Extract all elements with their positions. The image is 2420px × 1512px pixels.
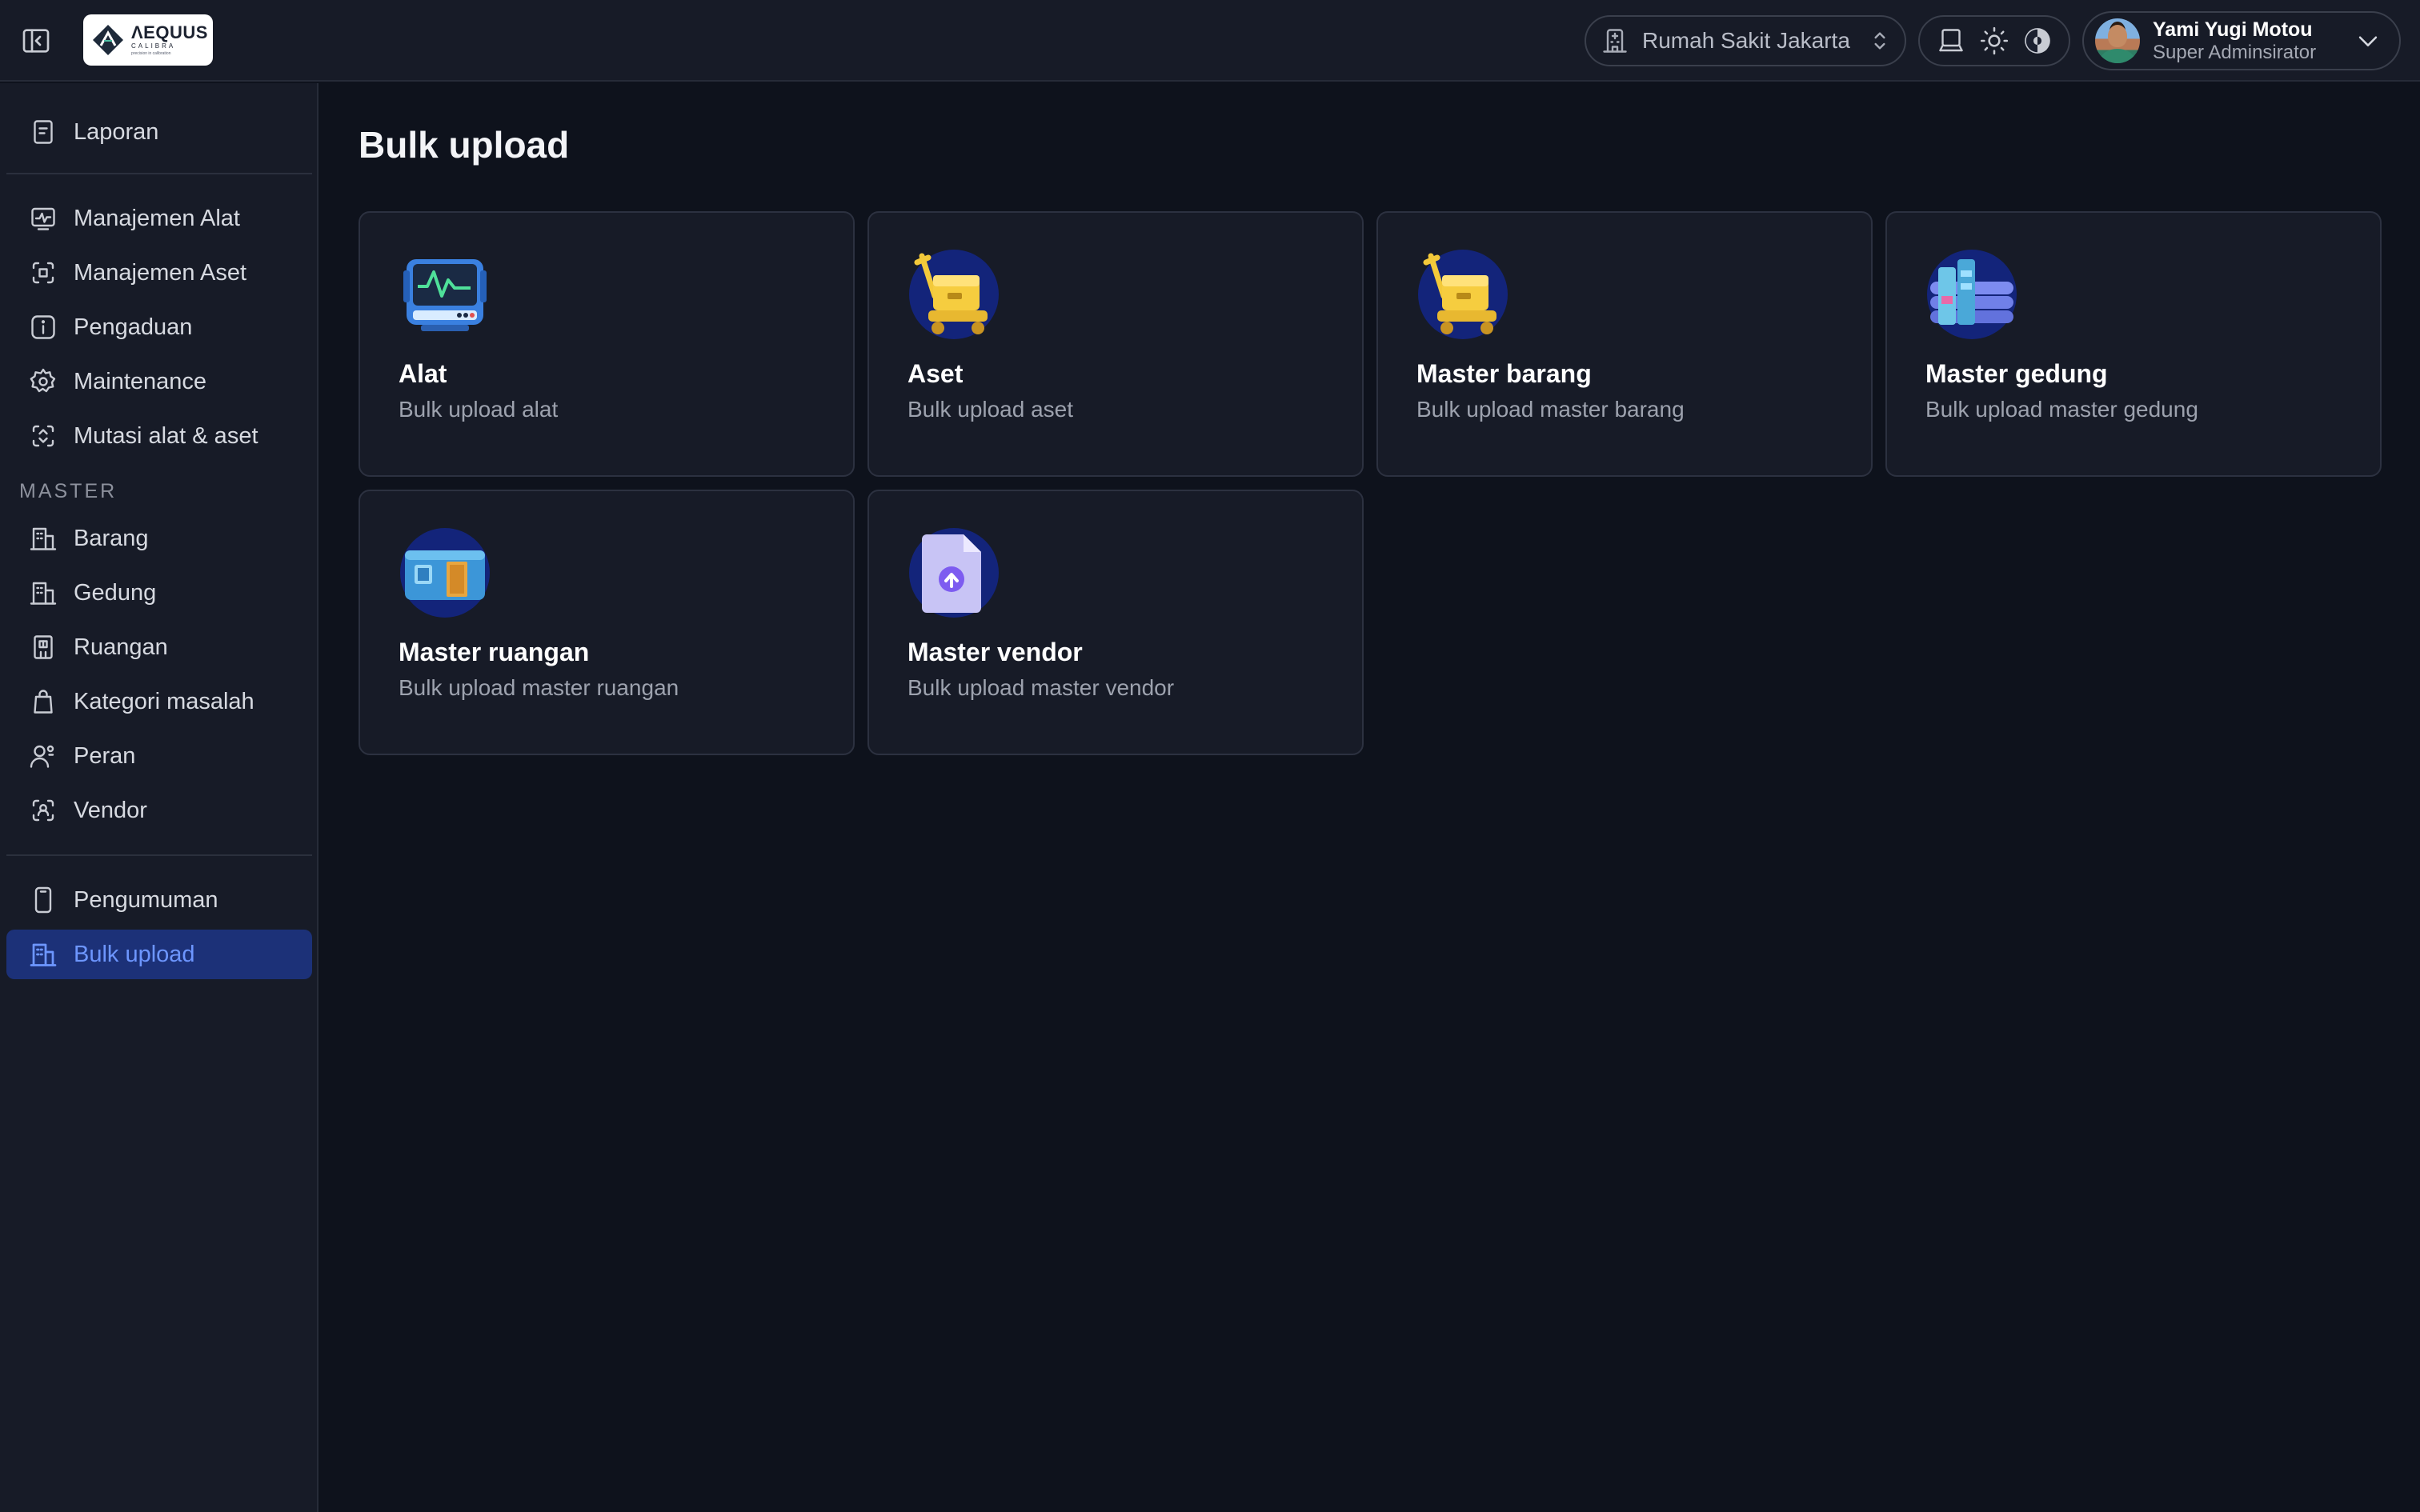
sidebar-item-manajemen-aset[interactable]: Manajemen Aset: [6, 248, 312, 298]
sidebar-item-label: Vendor: [74, 797, 147, 823]
upload-card-master-barang[interactable]: Master barang Bulk upload master barang: [1376, 211, 1873, 477]
upload-card-alat[interactable]: Alat Bulk upload alat: [359, 211, 855, 477]
sidebar-item-label: Barang: [74, 525, 149, 551]
sidebar-item-label: Peran: [74, 742, 136, 769]
sidebar-item-maintenance[interactable]: Maintenance: [6, 357, 312, 406]
chevron-down-icon: [2358, 36, 2378, 46]
file-upload-icon: [909, 528, 999, 618]
sidebar-item-barang[interactable]: Barang: [6, 514, 312, 563]
contrast-icon: [2025, 28, 2050, 54]
sidebar-item-label: Maintenance: [74, 368, 207, 394]
sidebar-item-label: Mutasi alat & aset: [74, 422, 258, 449]
user-role: Super Adminsirator: [2153, 41, 2317, 63]
collapse-sidebar-icon: [22, 29, 50, 53]
gear-icon: [27, 366, 59, 398]
info-icon: [27, 311, 59, 343]
sun-icon: [1980, 26, 2009, 55]
upload-card-master-gedung[interactable]: Master gedung Bulk upload master gedung: [1885, 211, 2382, 477]
sidebar-item-pengumuman[interactable]: Pengumuman: [6, 875, 312, 925]
hospital-icon: [1603, 29, 1627, 53]
chevron-updown-icon: [1874, 32, 1885, 50]
top-bar: ΛEQUUS CALIBRA precision in calibration …: [0, 0, 2420, 82]
sidebar-collapse-button[interactable]: [19, 24, 53, 58]
card-title: Master gedung: [1925, 359, 2108, 388]
sidebar-item-vendor[interactable]: Vendor: [6, 786, 312, 835]
master-section-label: MASTER: [19, 480, 118, 502]
monitor-icon: [27, 202, 59, 234]
bag-icon: [27, 686, 59, 718]
display-tools: [1918, 15, 2070, 66]
report-icon: [27, 116, 59, 148]
brand-sub: CALIBRA: [131, 42, 176, 50]
card-description: Bulk upload master barang: [1416, 397, 1685, 422]
sidebar-item-bulk-upload[interactable]: Bulk upload: [6, 930, 312, 979]
sidebar-item-gedung[interactable]: Gedung: [6, 568, 312, 618]
phone-icon: [27, 884, 59, 916]
room-door-icon: [400, 528, 490, 618]
brand-name: ΛEQUUS: [131, 22, 208, 42]
transfer-icon: [27, 420, 59, 452]
monitor-device-icon: [403, 259, 487, 331]
user-name: Yami Yugi Motou: [2153, 18, 2313, 41]
sidebar-item-kategori-masalah[interactable]: Kategori masalah: [6, 677, 312, 726]
dark-mode-button[interactable]: [2021, 25, 2053, 57]
sidebar-divider: [6, 173, 312, 174]
brand-tagline: precision in calibration: [131, 51, 171, 56]
building-icon: [27, 938, 59, 970]
hand-truck-icon: [909, 250, 999, 339]
card-title: Aset: [908, 359, 964, 388]
sidebar-item-laporan[interactable]: Laporan: [6, 107, 312, 157]
avatar: [2095, 18, 2140, 63]
asset-icon: [27, 257, 59, 289]
card-title: Master ruangan: [399, 638, 590, 666]
users-icon: [27, 740, 59, 772]
sidebar-item-label: Manajemen Alat: [74, 205, 240, 231]
building-icon: [27, 577, 59, 609]
light-mode-button[interactable]: [1978, 25, 2010, 57]
sidebar: Laporan Manajemen Alat Manajemen Aset Pe…: [0, 83, 319, 1512]
sidebar-item-mutasi[interactable]: Mutasi alat & aset: [6, 411, 312, 461]
upload-card-master-vendor[interactable]: Master vendor Bulk upload master vendor: [867, 490, 1364, 755]
card-title: Alat: [399, 359, 447, 388]
sidebar-item-pengaduan[interactable]: Pengaduan: [6, 302, 312, 352]
sidebar-item-label: Pengumuman: [74, 886, 218, 913]
building-icon: [27, 522, 59, 554]
sidebar-item-label: Laporan: [74, 118, 159, 145]
upload-card-aset[interactable]: Aset Bulk upload aset: [867, 211, 1364, 477]
card-description: Bulk upload master gedung: [1925, 397, 2198, 422]
sidebar-item-label: Manajemen Aset: [74, 259, 247, 286]
logo-mark-icon: [93, 25, 123, 55]
card-title: Master barang: [1416, 359, 1592, 388]
card-title: Master vendor: [908, 638, 1083, 666]
user-menu[interactable]: Yami Yugi Motou Super Adminsirator: [2082, 11, 2401, 70]
card-description: Bulk upload master ruangan: [399, 675, 679, 700]
buildings-icon: [1927, 250, 2017, 339]
upload-card-master-ruangan[interactable]: Master ruangan Bulk upload master ruanga…: [359, 490, 855, 755]
kiosk-mode-button[interactable]: [1935, 25, 1967, 57]
card-description: Bulk upload aset: [908, 397, 1074, 422]
laptop-icon: [1939, 29, 1963, 52]
sidebar-item-label: Kategori masalah: [74, 688, 254, 714]
card-description: Bulk upload alat: [399, 397, 559, 422]
vendor-icon: [27, 794, 59, 826]
sidebar-divider: [6, 854, 312, 856]
card-description: Bulk upload master vendor: [908, 675, 1175, 700]
page-title: Bulk upload: [359, 124, 570, 166]
sidebar-item-peran[interactable]: Peran: [6, 731, 312, 781]
sidebar-item-ruangan[interactable]: Ruangan: [6, 622, 312, 672]
brand-logo[interactable]: ΛEQUUS CALIBRA precision in calibration: [83, 14, 213, 66]
sidebar-item-label: Pengaduan: [74, 314, 193, 340]
hand-truck-icon: [1418, 250, 1508, 339]
hospital-select-value: Rumah Sakit Jakarta: [1642, 28, 1850, 53]
hospital-select[interactable]: Rumah Sakit Jakarta: [1585, 15, 1906, 66]
sidebar-item-label: Gedung: [74, 579, 157, 606]
sidebar-item-manajemen-alat[interactable]: Manajemen Alat: [6, 194, 312, 243]
sidebar-item-label: Ruangan: [74, 634, 168, 660]
sidebar-item-label: Bulk upload: [74, 941, 195, 967]
room-icon: [27, 631, 59, 663]
